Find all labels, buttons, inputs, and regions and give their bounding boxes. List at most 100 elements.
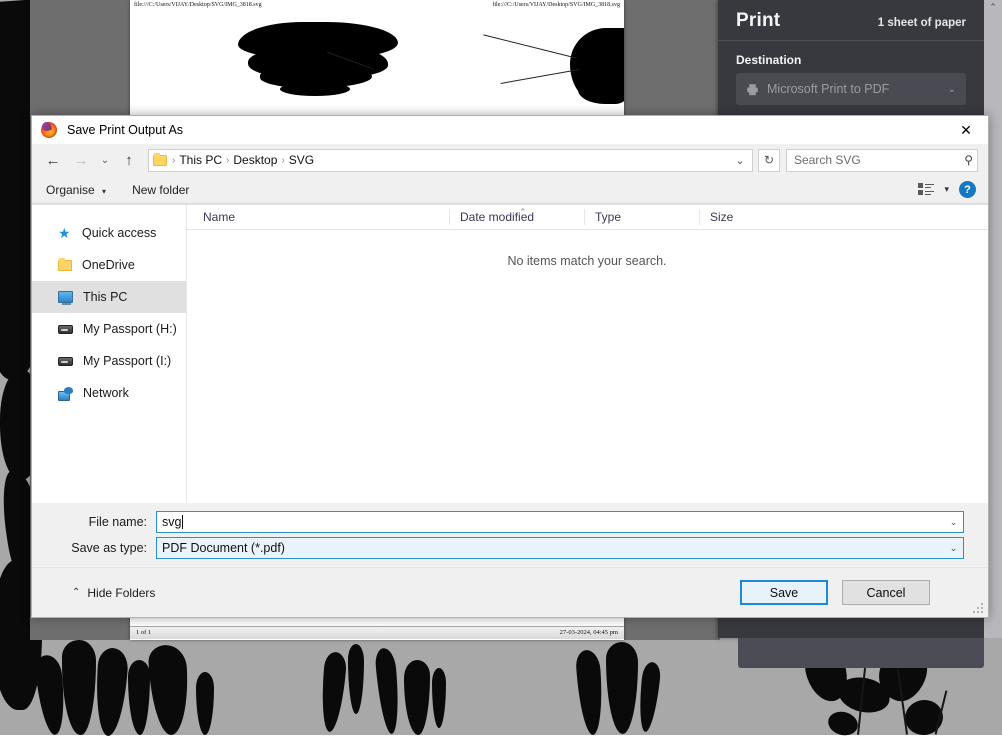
save-as-type-select[interactable]: PDF Document (*.pdf) ⌄ <box>156 537 964 559</box>
preview-page-footer: 1 of 1 27-03-2024, 04:45 pm <box>130 626 624 639</box>
save-as-type-label: Save as type: <box>56 541 156 555</box>
text-caret <box>182 515 183 529</box>
destination-label: Destination <box>718 41 984 73</box>
file-name-label: File name: <box>56 515 156 529</box>
new-folder-button[interactable]: New folder <box>132 183 189 197</box>
search-input[interactable]: Search SVG ⚲ <box>786 149 978 172</box>
refresh-button[interactable]: ↻ <box>758 149 780 172</box>
wallpaper-foliage <box>348 644 364 714</box>
recent-locations-button[interactable]: ⌄ <box>96 148 114 172</box>
close-button[interactable]: ✕ <box>944 116 988 144</box>
dialog-titlebar: Save Print Output As ✕ <box>32 116 988 144</box>
sidebar-item-label: OneDrive <box>82 258 135 272</box>
firefox-icon <box>41 122 57 138</box>
file-name-row: File name: svg ⌄ <box>56 511 964 533</box>
address-bar[interactable]: › This PC › Desktop › SVG ⌄ <box>148 149 753 172</box>
wallpaper-foliage <box>404 660 430 735</box>
cancel-button[interactable]: Cancel <box>842 580 930 605</box>
save-button[interactable]: Save <box>740 580 828 605</box>
close-icon: ✕ <box>960 122 972 139</box>
help-label: ? <box>964 184 971 196</box>
file-name-value: svg <box>162 515 181 529</box>
arrow-right-icon: → <box>74 152 89 169</box>
save-print-output-dialog: Save Print Output As ✕ ← → ⌄ ↑ › This PC… <box>31 115 989 618</box>
column-header-date-modified[interactable]: Date modified <box>449 209 584 225</box>
save-as-type-dropdown-button[interactable]: ⌄ <box>946 543 961 554</box>
sidebar-item-my-passport-h[interactable]: My Passport (H:) <box>32 313 186 345</box>
view-options-caret[interactable]: ▾ <box>944 184 949 195</box>
wallpaper-foliage <box>62 640 96 735</box>
resize-grip[interactable] <box>973 603 984 614</box>
wallpaper-foliage <box>319 651 348 733</box>
preview-header-left: file:///C:/Users/VIJAY/Desktop/SVG/IMG_3… <box>134 2 262 12</box>
save-as-type-row: Save as type: PDF Document (*.pdf) ⌄ <box>56 537 964 559</box>
dialog-navigation-bar: ← → ⌄ ↑ › This PC › Desktop › SVG ⌄ ↻ Se… <box>32 144 988 176</box>
sidebar-item-quick-access[interactable]: ★ Quick access <box>32 217 186 249</box>
destination-select[interactable]: Microsoft Print to PDF ⌄ <box>736 73 966 105</box>
preview-page-header: file:///C:/Users/VIJAY/Desktop/SVG/IMG_3… <box>130 0 624 12</box>
breadcrumb-item-svg[interactable]: SVG <box>286 153 317 167</box>
up-button[interactable]: ↑ <box>116 148 142 172</box>
preview-footer-timestamp: 27-03-2024, 04:45 pm <box>560 629 618 639</box>
scroll-up-icon[interactable]: ⌃ <box>984 0 1002 13</box>
back-button[interactable]: ← <box>40 148 66 172</box>
empty-list-message: No items match your search. <box>187 254 987 268</box>
column-header-size[interactable]: Size <box>699 209 777 225</box>
wallpaper-foliage <box>606 642 638 734</box>
wallpaper-foliage <box>432 668 446 728</box>
sidebar-item-my-passport-i[interactable]: My Passport (I:) <box>32 345 186 377</box>
sidebar-item-label: My Passport (H:) <box>83 322 177 336</box>
new-folder-label: New folder <box>132 183 189 197</box>
breadcrumb-item-this-pc[interactable]: This PC <box>176 153 225 167</box>
destination-value: Microsoft Print to PDF <box>767 82 889 96</box>
printer-icon <box>746 83 759 96</box>
preview-footer-page: 1 of 1 <box>136 629 151 639</box>
wallpaper-branch <box>826 709 861 739</box>
print-panel-base <box>738 638 984 668</box>
sort-indicator-icon: ⌃ <box>519 207 527 218</box>
network-icon <box>58 387 73 400</box>
help-icon[interactable]: ? <box>959 181 976 198</box>
sheet-count: 1 sheet of paper <box>878 17 966 29</box>
preview-artwork <box>501 69 580 84</box>
sidebar-item-label: Quick access <box>82 226 156 240</box>
file-name-dropdown-button[interactable]: ⌄ <box>946 517 961 528</box>
hide-folders-button[interactable]: ⌃ Hide Folders <box>72 586 155 600</box>
address-dropdown-button[interactable]: ⌄ <box>730 150 750 171</box>
folder-icon <box>153 155 167 166</box>
wallpaper-foliage <box>128 660 150 735</box>
sidebar-item-label: Network <box>83 386 129 400</box>
chevron-down-icon: ▾ <box>102 187 106 196</box>
dialog-body: ★ Quick access OneDrive This PC My Passp… <box>32 204 988 503</box>
sidebar-item-this-pc[interactable]: This PC <box>32 281 186 313</box>
sidebar-item-label: My Passport (I:) <box>83 354 171 368</box>
navigation-sidebar: ★ Quick access OneDrive This PC My Passp… <box>32 205 187 503</box>
file-list: Name Date modified Type Size ⌃ No items … <box>187 205 988 503</box>
folder-icon <box>58 260 72 271</box>
sidebar-item-onedrive[interactable]: OneDrive <box>32 249 186 281</box>
dialog-form-area: File name: svg ⌄ Save as type: PDF Docum… <box>32 503 988 567</box>
refresh-icon: ↻ <box>764 153 774 167</box>
dialog-command-bar: Organise ▾ New folder ▾ ? <box>32 176 988 204</box>
chevron-up-icon: ⌃ <box>72 587 80 598</box>
dialog-title: Save Print Output As <box>67 123 183 137</box>
hide-folders-label: Hide Folders <box>87 586 155 600</box>
wallpaper-foliage <box>196 672 214 735</box>
drive-icon <box>58 357 73 366</box>
forward-button[interactable]: → <box>68 148 94 172</box>
print-panel-header: Print 1 sheet of paper <box>718 0 984 41</box>
column-header-type[interactable]: Type <box>584 209 699 225</box>
column-header-name[interactable]: Name <box>187 209 449 225</box>
organise-button[interactable]: Organise ▾ <box>46 183 106 197</box>
chevron-down-icon: ⌄ <box>101 155 109 166</box>
computer-icon <box>58 291 73 303</box>
arrow-left-icon: ← <box>46 152 61 169</box>
breadcrumb-item-desktop[interactable]: Desktop <box>230 153 280 167</box>
dialog-footer: ⌃ Hide Folders Save Cancel <box>32 567 988 617</box>
preview-artwork <box>316 24 330 29</box>
sidebar-item-network[interactable]: Network <box>32 377 186 409</box>
file-name-input[interactable]: svg ⌄ <box>156 511 964 533</box>
preview-artwork <box>578 74 624 104</box>
search-placeholder: Search SVG <box>794 153 861 167</box>
view-layout-icon[interactable] <box>918 183 934 197</box>
